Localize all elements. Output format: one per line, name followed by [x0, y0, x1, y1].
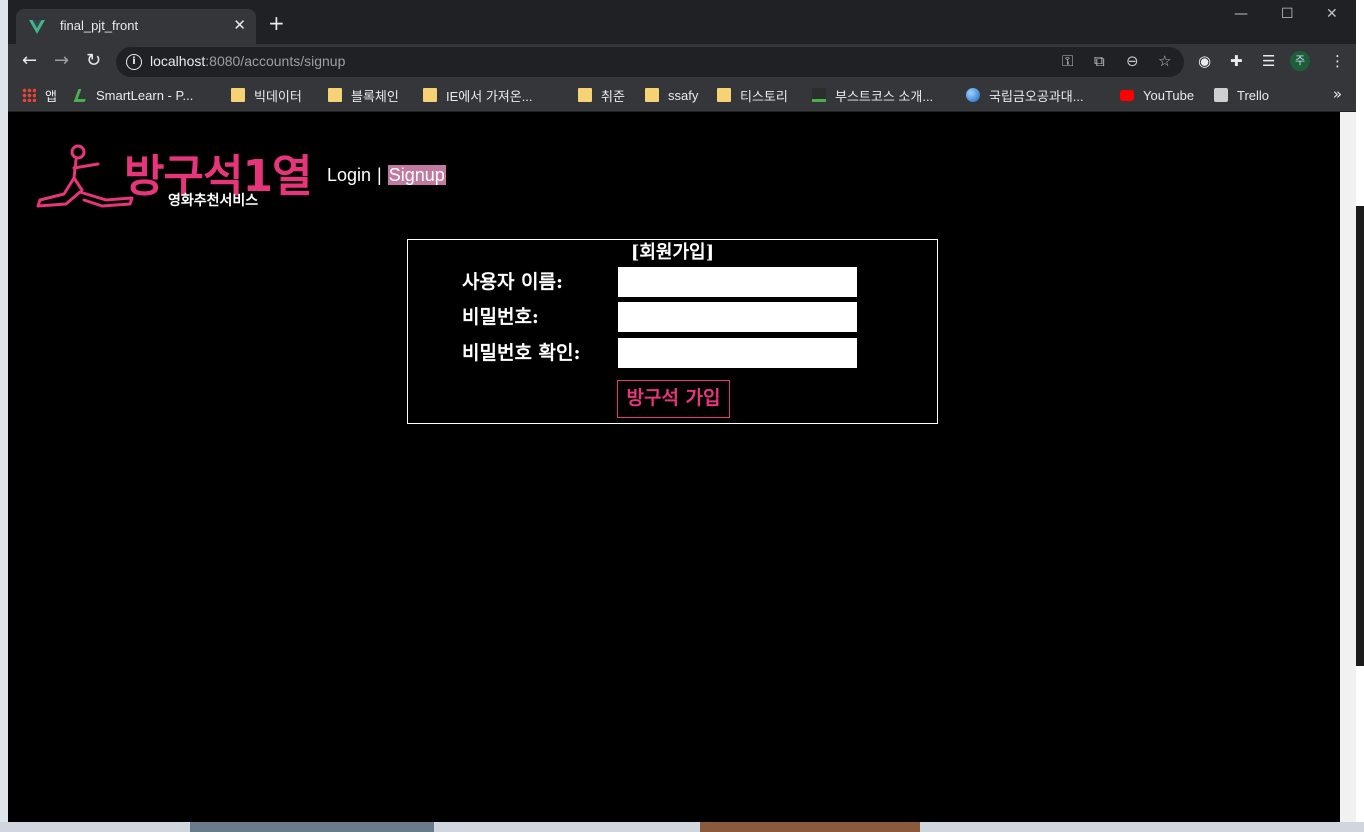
- reload-icon[interactable]: ↻: [86, 52, 101, 70]
- translate-icon[interactable]: ⧉: [1094, 52, 1105, 70]
- signup-submit-button[interactable]: 방구석 가입: [617, 380, 730, 418]
- folder-icon: [328, 88, 342, 102]
- bookmarks-bar: 앱 SmartLearn - P... 빅데이터 블록체인 IE에서 가져온..…: [8, 80, 1356, 112]
- desktop-background-bottom: [0, 822, 1364, 832]
- browser-tab[interactable]: final_pjt_front ✕: [16, 9, 256, 44]
- bookmark-kumoh[interactable]: 국립금오공과대...: [966, 85, 1084, 105]
- split-figure-logo-icon: [36, 144, 134, 208]
- bookmark-star-icon[interactable]: ☆: [1158, 52, 1171, 70]
- vue-logo-icon: [29, 20, 45, 34]
- url-host: localhost: [150, 53, 206, 69]
- tab-title: final_pjt_front: [60, 18, 139, 33]
- browser-toolbar: ← → ↻ i localhost:8080/accounts/signup ⚿…: [8, 44, 1356, 80]
- browser-window: final_pjt_front ✕ + — ☐ ✕ ← → ↻ i localh…: [8, 0, 1356, 822]
- tab-strip: final_pjt_front ✕ + — ☐ ✕: [8, 0, 1356, 44]
- bookmark-tistory[interactable]: 티스토리: [717, 85, 788, 105]
- bookmark-label: 티스토리: [740, 88, 788, 104]
- folder-icon: [717, 88, 731, 102]
- nav-signup-link[interactable]: Signup: [387, 165, 446, 185]
- bookmark-job[interactable]: 취준: [578, 85, 625, 105]
- zoom-icon[interactable]: ⊖: [1126, 52, 1139, 70]
- bookmark-apps[interactable]: 앱: [22, 85, 57, 105]
- password-input[interactable]: [618, 302, 857, 332]
- trello-icon: [1214, 88, 1228, 102]
- url-path: :8080/accounts/signup: [205, 53, 346, 69]
- media-queue-icon[interactable]: ☰: [1262, 52, 1275, 70]
- bookmark-smartlearn[interactable]: SmartLearn - P...: [73, 85, 194, 105]
- page-content: 방구석1열 영화추천서비스 Login | Signup [회원가입] 사용자 이름…: [8, 112, 1340, 822]
- key-icon[interactable]: ⚿: [1062, 52, 1073, 70]
- folder-icon: [645, 88, 659, 102]
- folder-icon: [423, 88, 437, 102]
- bookmark-trello[interactable]: Trello: [1214, 85, 1269, 105]
- smartlearn-icon: [73, 88, 90, 102]
- bookmark-label: 취준: [601, 88, 625, 104]
- bookmark-label: 블록체인: [351, 88, 399, 104]
- bookmark-youtube[interactable]: YouTube: [1120, 85, 1194, 105]
- site-nav: Login | Signup: [327, 165, 446, 186]
- bookmark-label: SmartLearn - P...: [96, 87, 194, 103]
- bookmark-bigdata[interactable]: 빅데이터: [231, 85, 302, 105]
- new-tab-button[interactable]: +: [268, 13, 285, 33]
- password-label: 비밀번호:: [462, 306, 539, 328]
- bookmark-label: ssafy: [668, 87, 699, 103]
- youtube-icon: [1120, 89, 1134, 101]
- bookmark-label: 부스트코스 소개...: [835, 88, 934, 104]
- window-close-icon[interactable]: ✕: [1326, 6, 1338, 22]
- password-confirm-input[interactable]: [618, 338, 857, 368]
- boostcourse-icon: [812, 88, 826, 102]
- more-bookmarks-chevron-icon[interactable]: »: [1333, 85, 1342, 103]
- bookmark-label: IE에서 가져온...: [446, 88, 533, 104]
- back-arrow-icon[interactable]: ←: [22, 52, 37, 70]
- bookmark-ie-imported[interactable]: IE에서 가져온...: [423, 85, 533, 105]
- minimize-icon[interactable]: —: [1234, 6, 1248, 22]
- extension-globe-icon[interactable]: ◉: [1198, 52, 1211, 70]
- signup-form: [회원가입] 사용자 이름: 비밀번호: 비밀번호 확인: 방구석 가입: [407, 239, 938, 424]
- password-confirm-label: 비밀번호 확인:: [462, 342, 581, 364]
- username-label: 사용자 이름:: [462, 271, 564, 293]
- apps-grid-icon: [22, 88, 36, 102]
- bookmark-label: YouTube: [1143, 87, 1195, 103]
- bookmark-label: 앱: [45, 88, 57, 104]
- bookmark-label: 국립금오공과대...: [989, 88, 1084, 104]
- site-info-icon[interactable]: i: [126, 54, 142, 70]
- bookmark-label: 빅데이터: [254, 88, 302, 104]
- extensions-puzzle-icon[interactable]: ✚: [1230, 52, 1243, 70]
- folder-icon: [231, 88, 245, 102]
- bookmark-ssafy[interactable]: ssafy: [645, 85, 698, 105]
- username-input[interactable]: [618, 267, 857, 297]
- menu-kebab-icon[interactable]: ⋮: [1330, 52, 1345, 70]
- maximize-icon[interactable]: ☐: [1281, 6, 1294, 22]
- nav-login-link[interactable]: Login: [327, 165, 371, 185]
- address-bar[interactable]: i localhost:8080/accounts/signup ⚿ ⧉ ⊖ ☆: [116, 47, 1184, 77]
- profile-avatar[interactable]: 주: [1290, 51, 1310, 71]
- folder-icon: [578, 88, 592, 102]
- desktop-background-left: [0, 0, 8, 832]
- close-tab-icon[interactable]: ✕: [233, 16, 246, 34]
- bookmark-label: Trello: [1237, 87, 1270, 103]
- bookmark-blockchain[interactable]: 블록체인: [328, 85, 399, 105]
- globe-icon: [966, 88, 980, 102]
- page-scrollbar[interactable]: [1340, 112, 1356, 822]
- nav-separator: |: [377, 165, 382, 185]
- forward-arrow-icon[interactable]: →: [54, 52, 69, 70]
- logo-subtitle: 영화추천서비스: [168, 193, 259, 209]
- form-title: [회원가입]: [630, 242, 715, 263]
- bookmark-boostcourse[interactable]: 부스트코스 소개...: [812, 85, 933, 105]
- url-text[interactable]: localhost:8080/accounts/signup: [150, 53, 345, 69]
